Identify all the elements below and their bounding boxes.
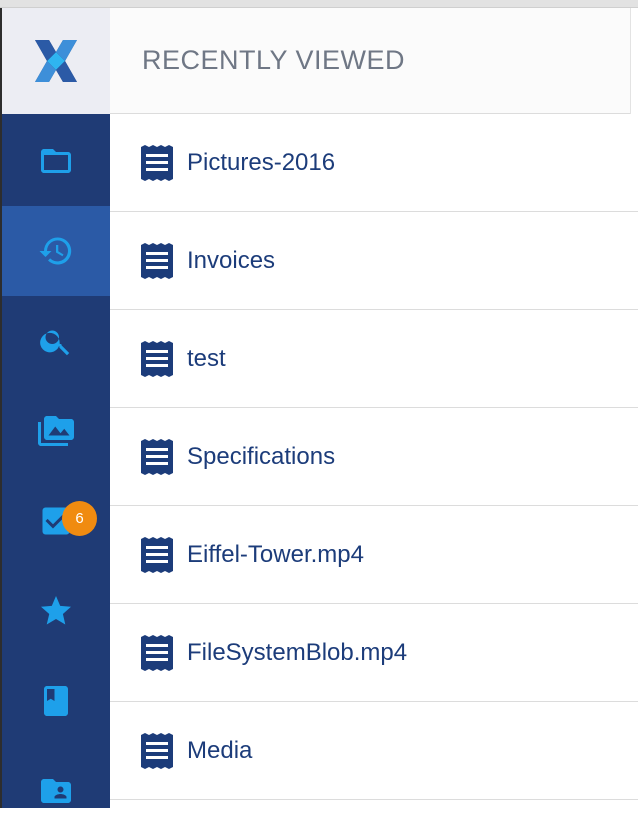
list-item-label: Pictures-2016 bbox=[187, 148, 336, 176]
sidebar-item-favorites[interactable] bbox=[2, 566, 110, 656]
list-item-label: test bbox=[187, 344, 226, 372]
document-icon bbox=[141, 242, 173, 279]
list-item[interactable]: Specifications bbox=[110, 408, 638, 506]
document-icon bbox=[141, 634, 173, 671]
list-item-label: Specifications bbox=[187, 442, 336, 470]
document-icon bbox=[141, 144, 173, 181]
app-logo[interactable] bbox=[2, 8, 110, 114]
history-icon bbox=[39, 237, 72, 265]
document-icon bbox=[141, 438, 173, 475]
list-item-label: Eiffel-Tower.mp4 bbox=[187, 540, 364, 568]
main-panel: RECENTLY VIEWED Pictures-2016 Invoices t… bbox=[110, 8, 638, 808]
list-item-label: Media bbox=[187, 736, 253, 764]
sidebar-item-browse[interactable] bbox=[2, 116, 110, 206]
document-icon bbox=[141, 732, 173, 769]
sidebar-item-search[interactable] bbox=[2, 296, 110, 386]
sidebar-item-library[interactable] bbox=[2, 656, 110, 746]
sidebar-item-recently-viewed[interactable] bbox=[2, 206, 110, 296]
list-item-label: Invoices bbox=[187, 246, 276, 274]
list-item[interactable]: FileSystemBlob.mp4 bbox=[110, 604, 638, 702]
list-item[interactable]: Invoices bbox=[110, 212, 638, 310]
window-top-strip bbox=[0, 0, 638, 8]
search-icon bbox=[40, 330, 70, 356]
collections-icon bbox=[38, 416, 74, 446]
list-item[interactable]: test bbox=[110, 310, 638, 408]
tasks-count-badge: 6 bbox=[62, 501, 97, 536]
user-folder-icon bbox=[41, 779, 71, 803]
folder-icon bbox=[41, 149, 71, 173]
list-item[interactable]: Pictures-2016 bbox=[110, 114, 638, 212]
sidebar-item-tasks[interactable]: 6 bbox=[2, 476, 110, 566]
header-right-divider bbox=[630, 8, 631, 114]
page-title: RECENTLY VIEWED bbox=[142, 45, 406, 75]
logo-icon bbox=[35, 40, 77, 82]
document-icon bbox=[141, 536, 173, 573]
sidebar: 6 bbox=[2, 114, 110, 808]
document-icon bbox=[141, 340, 173, 377]
book-icon bbox=[44, 686, 68, 716]
sidebar-item-personal-workspace[interactable] bbox=[2, 746, 110, 836]
list-item-label: FileSystemBlob.mp4 bbox=[187, 638, 408, 666]
panel-header: RECENTLY VIEWED bbox=[110, 8, 630, 114]
sidebar-item-collections[interactable] bbox=[2, 386, 110, 476]
list-item[interactable]: Eiffel-Tower.mp4 bbox=[110, 506, 638, 604]
list-item[interactable]: Media bbox=[110, 702, 638, 800]
star-icon bbox=[41, 596, 71, 625]
